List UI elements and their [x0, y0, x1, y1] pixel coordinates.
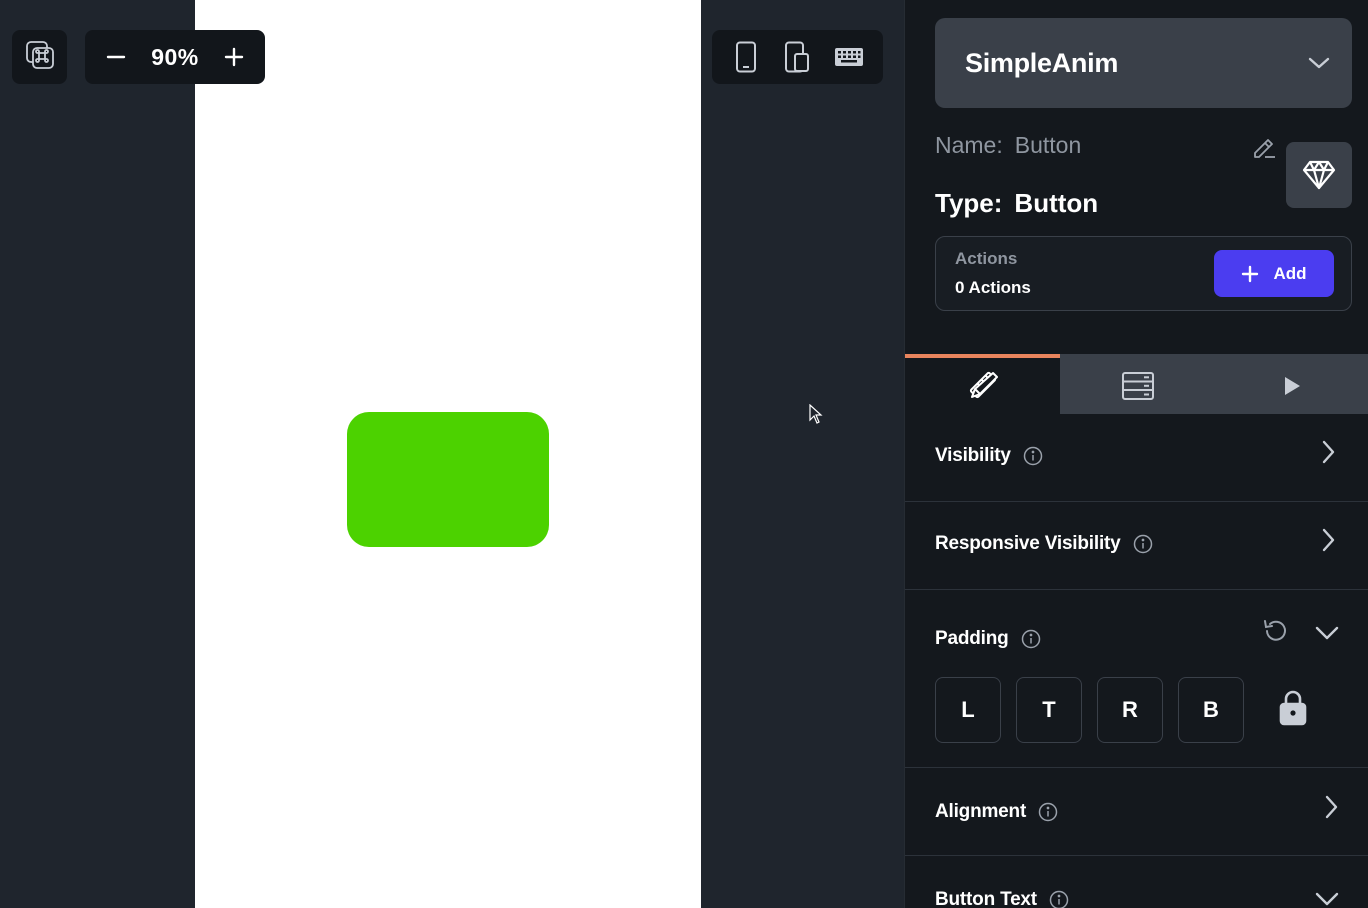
- chevron-down-icon: [1308, 57, 1330, 69]
- alignment-title: Alignment: [935, 801, 1027, 822]
- chevron-right-icon[interactable]: [1321, 440, 1335, 464]
- chevron-right-icon[interactable]: [1324, 795, 1338, 819]
- info-icon[interactable]: [1021, 629, 1041, 649]
- visibility-title-row: Visibility: [935, 445, 1043, 467]
- command-icon: [25, 40, 55, 75]
- zoom-out-button[interactable]: [103, 44, 129, 70]
- phone-icon: [735, 41, 756, 73]
- widget-type-value: Button: [1014, 188, 1099, 218]
- button-text-title-row: Button Text: [935, 889, 1069, 908]
- tablet-icon: [785, 41, 810, 73]
- padding-inputs: L T R B: [935, 677, 1244, 743]
- visibility-title: Visibility: [935, 445, 1011, 466]
- edit-name-icon[interactable]: [1251, 134, 1277, 165]
- padding-top-field[interactable]: T: [1016, 677, 1082, 743]
- widget-type-row: Type: Button: [935, 188, 1098, 219]
- padding-title: Padding: [935, 628, 1009, 649]
- project-selector[interactable]: SimpleAnim: [935, 18, 1352, 108]
- chevron-down-icon[interactable]: [1315, 625, 1339, 641]
- alignment-section[interactable]: Alignment: [905, 768, 1368, 856]
- visibility-section[interactable]: Visibility: [905, 414, 1368, 502]
- type-label: Type:: [935, 188, 1003, 218]
- widget-name-value: Button: [1014, 132, 1082, 158]
- padding-left-field[interactable]: L: [935, 677, 1001, 743]
- zoom-in-button[interactable]: [221, 44, 247, 70]
- alignment-title-row: Alignment: [935, 801, 1058, 823]
- tab-properties[interactable]: [905, 354, 1060, 414]
- design-tools-icon: [969, 371, 998, 399]
- project-name: SimpleAnim: [965, 47, 1119, 78]
- info-icon[interactable]: [1038, 802, 1058, 822]
- mouse-cursor-icon: [809, 403, 823, 429]
- chevron-down-icon[interactable]: [1315, 891, 1339, 907]
- padding-title-row: Padding: [935, 628, 1041, 650]
- zoom-control: 90%: [85, 30, 265, 84]
- info-icon[interactable]: [1023, 446, 1043, 466]
- pro-features-button[interactable]: [1286, 142, 1352, 208]
- info-icon[interactable]: [1049, 890, 1069, 908]
- actions-card: Actions 0 Actions Add: [935, 236, 1352, 311]
- database-icon: [1121, 372, 1154, 400]
- minus-icon: [106, 55, 126, 59]
- tablet-preview-button[interactable]: [779, 39, 815, 75]
- actions-count: 0 Actions: [955, 278, 1031, 297]
- responsive-visibility-section[interactable]: Responsive Visibility: [905, 502, 1368, 590]
- chevron-right-icon[interactable]: [1321, 528, 1335, 552]
- phone-preview-button[interactable]: [728, 39, 764, 75]
- responsive-visibility-title-row: Responsive Visibility: [935, 533, 1153, 555]
- properties-panel: SimpleAnim Name: Button Type: Button Actio…: [904, 0, 1368, 908]
- widget-name-row: Name: Button: [935, 132, 1081, 159]
- name-label: Name:: [935, 132, 1003, 158]
- info-icon[interactable]: [1133, 534, 1153, 554]
- plus-icon: [1242, 265, 1259, 282]
- keyboard-toggle-button[interactable]: [831, 39, 867, 75]
- plus-icon: [224, 47, 244, 67]
- actions-title: Actions: [955, 249, 1018, 268]
- add-action-label: Add: [1273, 263, 1307, 283]
- button-text-section[interactable]: Button Text: [905, 856, 1368, 908]
- padding-bottom-field[interactable]: B: [1178, 677, 1244, 743]
- padding-right-field[interactable]: R: [1097, 677, 1163, 743]
- reset-icon[interactable]: [1261, 617, 1289, 650]
- zoom-level: 90%: [151, 43, 199, 70]
- command-palette-button[interactable]: [12, 30, 67, 84]
- canvas-button-widget[interactable]: [347, 412, 549, 547]
- add-action-button[interactable]: Add: [1214, 250, 1334, 297]
- tab-animations[interactable]: [1215, 354, 1368, 414]
- button-text-title: Button Text: [935, 889, 1037, 908]
- responsive-visibility-title: Responsive Visibility: [935, 533, 1121, 554]
- play-icon: [1285, 377, 1300, 395]
- device-toolbar: [712, 30, 883, 84]
- tab-backend-query[interactable]: [1060, 354, 1215, 414]
- diamond-icon: [1302, 160, 1336, 190]
- panel-tabs: [905, 354, 1368, 414]
- keyboard-icon: [835, 48, 864, 66]
- lock-icon[interactable]: [1279, 690, 1307, 731]
